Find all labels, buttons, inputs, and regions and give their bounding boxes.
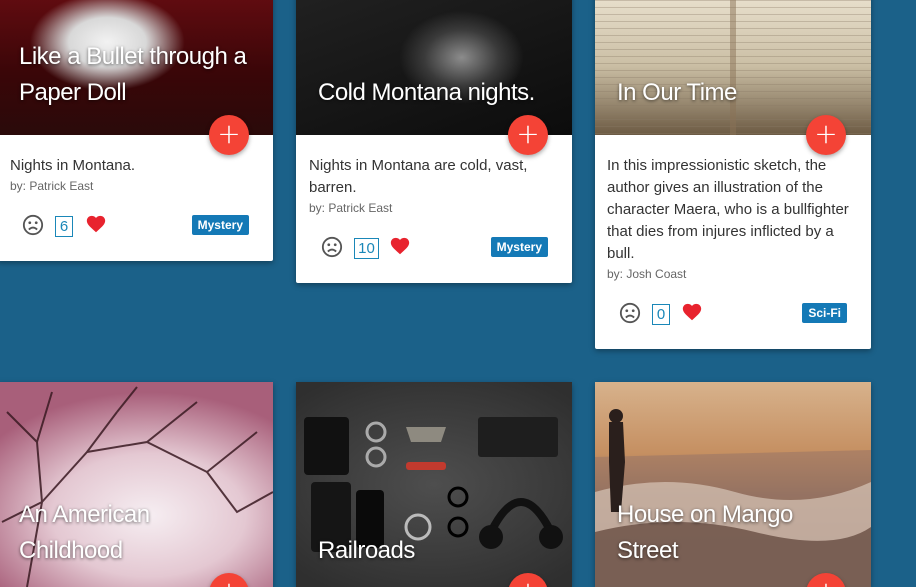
plus-icon: + <box>814 575 837 587</box>
card-description: Nights in Montana. <box>10 157 136 174</box>
dislike-count: 6 <box>55 216 73 237</box>
dislike-count: 0 <box>652 304 670 325</box>
story-card: House on Mango Street + <box>595 382 871 587</box>
card-content: In this impressionistic sketch, the auth… <box>595 135 871 281</box>
card-actions: 0 Sci-Fi <box>595 281 871 349</box>
card-title: Railroads <box>318 537 415 564</box>
heart-icon[interactable] <box>681 301 703 323</box>
plus-icon: + <box>516 575 539 587</box>
genre-badge[interactable]: Mystery <box>490 237 548 257</box>
card-image: An American Childhood <box>0 382 273 587</box>
card-title: Cold Montana nights. <box>318 79 535 106</box>
add-button[interactable]: + <box>806 115 846 155</box>
card-image: Railroads <box>296 382 572 587</box>
heart-icon[interactable] <box>85 213 107 235</box>
plus-icon: + <box>516 117 540 150</box>
card-image: House on Mango Street <box>595 382 871 587</box>
plus-icon: + <box>217 575 240 587</box>
plus-icon: + <box>814 117 838 150</box>
sad-face-icon[interactable] <box>619 302 641 324</box>
card-actions: 6 Mystery <box>0 193 273 261</box>
card-author: by: Patrick East <box>309 201 393 215</box>
story-card: In Our Time + In this impressionistic sk… <box>595 0 871 349</box>
story-card: Like a Bullet through a Paper Doll + Nig… <box>0 0 273 261</box>
heart-icon[interactable] <box>389 235 411 257</box>
genre-badge[interactable]: Mystery <box>191 215 249 235</box>
add-button[interactable]: + <box>209 115 249 155</box>
story-card: Railroads + <box>296 382 572 587</box>
card-title: In Our Time <box>617 79 737 106</box>
sad-face-icon[interactable] <box>321 236 343 258</box>
add-button[interactable]: + <box>508 115 548 155</box>
card-title: An American Childhood <box>19 501 150 564</box>
card-author: by: Josh Coast <box>607 267 687 281</box>
dislike-count: 10 <box>354 238 379 259</box>
card-title: Like a Bullet through a Paper Doll <box>19 43 247 106</box>
card-author: by: Patrick East <box>10 179 94 193</box>
story-card: An American Childhood + <box>0 382 273 587</box>
sad-face-icon[interactable] <box>22 214 44 236</box>
card-description: In this impressionistic sketch, the auth… <box>607 157 849 262</box>
card-title: House on Mango Street <box>617 501 793 564</box>
story-card: Cold Montana nights. + Nights in Montana… <box>296 0 572 283</box>
card-description: Nights in Montana are cold, vast, barren… <box>309 157 528 196</box>
card-actions: 10 Mystery <box>296 215 572 283</box>
genre-badge[interactable]: Sci-Fi <box>802 303 847 323</box>
book-spine <box>730 0 736 135</box>
plus-icon: + <box>217 117 241 150</box>
